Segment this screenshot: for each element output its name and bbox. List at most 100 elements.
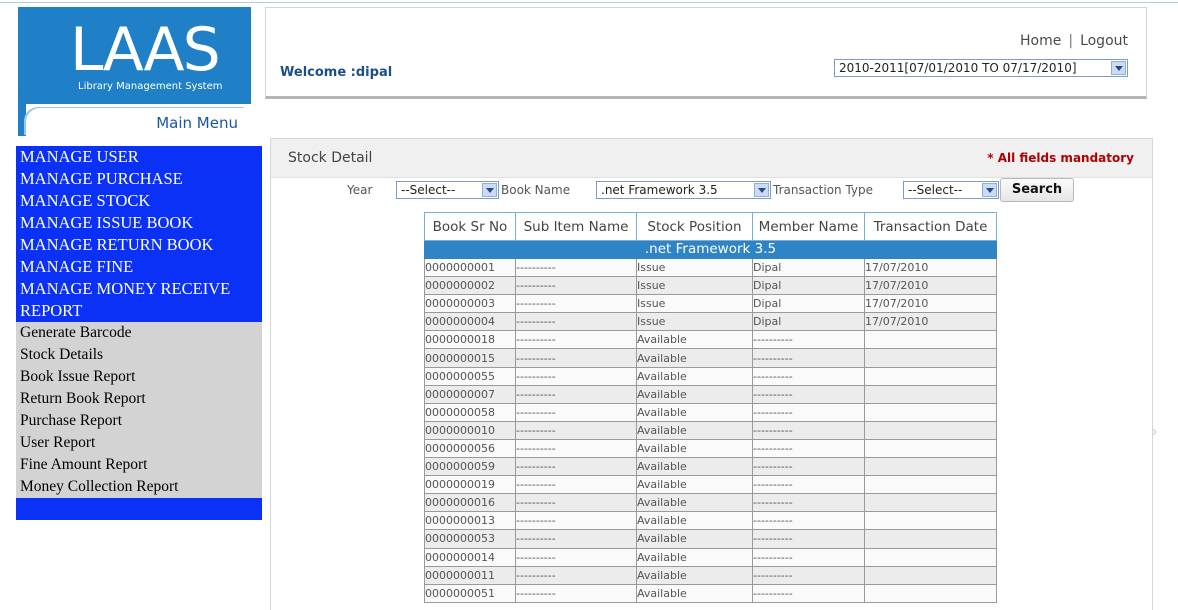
- sidebar-item-user-report[interactable]: User Report: [16, 432, 262, 454]
- main-menu-label: Main Menu: [156, 114, 238, 132]
- col-header-book-sr-no: Book Sr No: [424, 212, 516, 241]
- chevron-down-icon[interactable]: [982, 183, 997, 197]
- cell-stock-position: Available: [636, 565, 753, 585]
- cell-book-sr-no: 0000000010: [424, 420, 516, 440]
- page-title: Stock Detail: [288, 150, 373, 166]
- sidebar-item-return-book-report[interactable]: Return Book Report: [16, 388, 262, 410]
- panel-header: Stock Detail * All fields mandatory: [271, 139, 1152, 178]
- table-row: 0000000002 ---------- Issue Dipal 17/07/2010: [424, 276, 997, 296]
- logout-link[interactable]: Logout: [1080, 33, 1128, 49]
- cell-member-name: Dipal: [752, 257, 865, 278]
- home-link[interactable]: Home: [1020, 33, 1061, 49]
- sidebar-item-purchase-report[interactable]: Purchase Report: [16, 410, 262, 432]
- cell-book-sr-no: 0000000058: [424, 402, 516, 422]
- table-header-row: Book Sr No Sub Item Name Stock Position …: [424, 212, 997, 241]
- table-row: 0000000007 ---------- Available ----------: [424, 384, 997, 404]
- chevron-down-icon[interactable]: [754, 183, 769, 197]
- cell-book-sr-no: 0000000059: [424, 457, 516, 477]
- col-header-transaction-date: Transaction Date: [864, 212, 997, 241]
- cell-stock-position: Available: [636, 493, 753, 513]
- cell-member-name: ----------: [752, 547, 865, 567]
- cell-sub-item-name: ----------: [515, 475, 637, 495]
- col-header-member-name: Member Name: [752, 212, 865, 241]
- cell-member-name: ----------: [752, 420, 865, 440]
- cell-sub-item-name: ----------: [515, 257, 637, 278]
- cell-stock-position: Available: [636, 348, 753, 368]
- cell-member-name: Dipal: [752, 294, 865, 314]
- cell-transaction-date: [864, 457, 997, 477]
- cell-transaction-date: [864, 493, 997, 513]
- sidebar-item-manage-user[interactable]: MANAGE USER: [16, 146, 262, 168]
- cell-member-name: Dipal: [752, 276, 865, 296]
- cell-member-name: ----------: [752, 348, 865, 368]
- sidebar-item-report[interactable]: REPORT: [16, 300, 262, 322]
- stock-detail-panel: Stock Detail * All fields mandatory Year…: [270, 138, 1153, 610]
- cell-stock-position: Available: [636, 547, 753, 567]
- cell-sub-item-name: ----------: [515, 402, 637, 422]
- sidebar-report-section: Generate Barcode Stock Details Book Issu…: [16, 322, 262, 498]
- table-row: 0000000053 ---------- Available ----------: [424, 529, 997, 549]
- mandatory-note: * All fields mandatory: [987, 151, 1134, 165]
- cell-transaction-date: [864, 348, 997, 368]
- col-header-stock-position: Stock Position: [636, 212, 753, 241]
- chevron-down-icon[interactable]: [482, 183, 497, 197]
- cell-transaction-date: 17/07/2010: [864, 257, 997, 278]
- cell-sub-item-name: ----------: [515, 384, 637, 404]
- cell-sub-item-name: ----------: [515, 312, 637, 332]
- sidebar: MANAGE USER MANAGE PURCHASE MANAGE STOCK…: [16, 146, 262, 520]
- scroll-arrow-icon[interactable]: [1152, 428, 1158, 436]
- cell-stock-position: Available: [636, 384, 753, 404]
- cell-transaction-date: 17/07/2010: [864, 312, 997, 332]
- sidebar-item-manage-fine[interactable]: MANAGE FINE: [16, 256, 262, 278]
- sidebar-item-generate-barcode[interactable]: Generate Barcode: [16, 322, 262, 344]
- cell-stock-position: Issue: [636, 276, 753, 296]
- sidebar-item-manage-return-book[interactable]: MANAGE RETURN BOOK: [16, 234, 262, 256]
- table-row: 0000000003 ---------- Issue Dipal 17/07/2010: [424, 294, 997, 314]
- cell-sub-item-name: ----------: [515, 348, 637, 368]
- cell-stock-position: Issue: [636, 257, 753, 278]
- sidebar-item-manage-issue-book[interactable]: MANAGE ISSUE BOOK: [16, 212, 262, 234]
- cell-member-name: ----------: [752, 457, 865, 477]
- cell-transaction-date: [864, 511, 997, 531]
- cell-stock-position: Issue: [636, 294, 753, 314]
- sidebar-item-stock-details[interactable]: Stock Details: [16, 344, 262, 366]
- sidebar-item-manage-money-receive[interactable]: MANAGE MONEY RECEIVE: [16, 278, 262, 300]
- cell-member-name: ----------: [752, 565, 865, 585]
- table-row: 0000000056 ---------- Available ----------: [424, 438, 997, 459]
- table-row: 0000000055 ---------- Available ----------: [424, 366, 997, 386]
- sidebar-item-manage-purchase[interactable]: MANAGE PURCHASE: [16, 168, 262, 190]
- year-select[interactable]: --Select--: [396, 181, 499, 199]
- cell-member-name: ----------: [752, 366, 865, 386]
- sidebar-item-money-collection-report[interactable]: Money Collection Report: [16, 476, 262, 498]
- sidebar-item-book-issue-report[interactable]: Book Issue Report: [16, 366, 262, 388]
- table-row: 0000000058 ---------- Available ----------: [424, 402, 997, 422]
- sidebar-item-fine-amount-report[interactable]: Fine Amount Report: [16, 454, 262, 476]
- table-row: 0000000059 ---------- Available ----------: [424, 457, 997, 477]
- sidebar-footer: [16, 498, 262, 520]
- cell-sub-item-name: ----------: [515, 420, 637, 440]
- nav-separator: |: [1068, 33, 1074, 49]
- cell-book-sr-no: 0000000007: [424, 384, 516, 404]
- sidebar-item-manage-stock[interactable]: MANAGE STOCK: [16, 190, 262, 212]
- group-row: .net Framework 3.5: [424, 240, 997, 259]
- cell-book-sr-no: 0000000056: [424, 438, 516, 459]
- cell-transaction-date: [864, 475, 997, 495]
- cell-book-sr-no: 0000000015: [424, 348, 516, 368]
- logo-subtitle: Library Management System: [78, 81, 223, 92]
- transaction-type-select[interactable]: --Select--: [903, 181, 999, 199]
- book-name-label: Book Name: [501, 183, 571, 197]
- cell-stock-position: Available: [636, 330, 753, 350]
- sidebar-manage-section: MANAGE USER MANAGE PURCHASE MANAGE STOCK…: [16, 146, 262, 322]
- cell-member-name: ----------: [752, 583, 865, 603]
- cell-transaction-date: [864, 420, 997, 440]
- cell-stock-position: Available: [636, 420, 753, 440]
- stock-table: Book Sr No Sub Item Name Stock Position …: [424, 212, 997, 603]
- cell-transaction-date: [864, 366, 997, 386]
- chevron-down-icon[interactable]: [1111, 61, 1126, 75]
- year-label: Year: [347, 183, 373, 197]
- financial-year-select[interactable]: 2010-2011[07/01/2010 TO 07/17/2010]: [834, 59, 1128, 77]
- search-button[interactable]: Search: [1000, 178, 1074, 202]
- book-name-select[interactable]: .net Framework 3.5: [596, 181, 771, 199]
- cell-sub-item-name: ----------: [515, 330, 637, 350]
- cell-member-name: ----------: [752, 384, 865, 404]
